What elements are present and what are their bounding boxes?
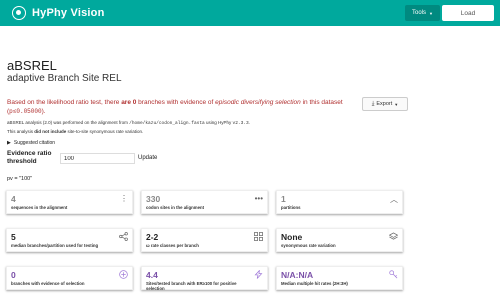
site-variation-note: This analysis did not include site-to-si… <box>7 129 143 134</box>
card-sequences: 4 sequences in the alignment ⋮ <box>6 190 133 214</box>
card-label: synonymous rate variation <box>281 243 336 248</box>
update-button[interactable]: Update <box>138 155 157 161</box>
card-label: Median multiple hit rates (2H:3H) <box>281 281 348 286</box>
tools-label: Tools <box>412 10 427 16</box>
analysis-note-end: . <box>248 120 250 125</box>
site-note-bold: did not include <box>34 129 67 134</box>
summary-text: Based on the likelihood ratio test, ther… <box>7 98 352 116</box>
summary-count: are 0 <box>121 99 137 106</box>
site-note-prefix: This analysis <box>7 129 35 134</box>
analysis-note-path: /home/kazu/codon_align.fasta <box>129 121 205 126</box>
suggested-citation-toggle[interactable]: ▶ Suggested citation <box>7 140 55 146</box>
more-horiz-icon: ••• <box>254 194 263 203</box>
page-title: aBSREL <box>7 58 57 73</box>
card-branches-selection: 0 branches with evidence of selection <box>6 266 133 290</box>
card-value: 5 <box>11 232 16 242</box>
card-codon-sites: 330 codon sites in the alignment ••• <box>141 190 268 214</box>
analysis-note-prefix: aBSREL analysis (2.0) was performed on t… <box>7 120 130 125</box>
export-label: Export <box>376 101 393 107</box>
summary-end: ). <box>41 108 46 115</box>
card-label: codon sites in the alignment <box>146 205 205 210</box>
triangle-right-icon: ▶ <box>7 140 11 146</box>
tools-dropdown-button[interactable]: Tools ▼ <box>405 5 440 21</box>
grid-icon <box>254 232 263 243</box>
pv-label: pv = "100" <box>7 176 33 182</box>
hyphy-logo-icon <box>12 6 26 20</box>
card-sites-per-branch: 4.4 Sites/tested branch with ER≥100 for … <box>141 266 268 291</box>
brand-name: HyPhy Vision <box>32 7 105 19</box>
summary-middle: branches with evidence of <box>136 99 216 106</box>
card-value: 330 <box>146 194 161 204</box>
layers-icon <box>388 232 399 243</box>
bolt-icon <box>254 269 263 281</box>
card-label: Sites/tested branch with ER≥100 for posi… <box>146 281 237 291</box>
card-label: branches with evidence of selection <box>11 281 85 286</box>
card-multiple-hit-rates: N/A:N/A Median multiple hit rates (2H:3H… <box>276 266 403 290</box>
summary-prefix: Based on the likelihood ratio test, ther… <box>7 99 122 106</box>
card-value: N/A:N/A <box>281 270 314 280</box>
navbar: HyPhy Vision Tools ▼ Load <box>0 0 500 26</box>
summary-italic: episodic diversifying selection <box>215 99 301 106</box>
share-icon <box>119 232 128 243</box>
download-icon: ⤓ <box>371 100 375 107</box>
caret-down-icon: ▼ <box>394 101 399 107</box>
export-button[interactable]: ⤓ Export ▼ <box>362 97 408 111</box>
analysis-note-middle: using HyPhy <box>204 120 233 125</box>
card-label: sequences in the alignment <box>11 205 68 210</box>
load-button[interactable]: Load <box>442 5 494 21</box>
card-rate-classes: 2-2 ω rate classes per branch <box>141 228 268 252</box>
card-value: None <box>281 232 303 242</box>
card-value: 2-2 <box>146 232 159 242</box>
card-value: 1 <box>281 194 286 204</box>
citation-label: Suggested citation <box>13 140 55 146</box>
card-median-branches: 5 median branches/partition used for tes… <box>6 228 133 252</box>
summary-pvalue: p≤0.05000 <box>9 108 42 115</box>
card-value: 4.4 <box>146 270 158 280</box>
chevron-up-icon: ︿ <box>390 195 398 204</box>
page-subtitle: adaptive Branch Site REL <box>7 73 122 84</box>
card-partitions: 1 partitions ︿ <box>276 190 403 214</box>
evidence-ratio-input[interactable] <box>60 153 135 164</box>
site-note-suffix: site-to-site synonymous rate variation. <box>66 129 144 134</box>
card-value: 4 <box>11 194 16 204</box>
analysis-note-version: v2.3.3 <box>232 121 249 126</box>
analysis-note: aBSREL analysis (2.0) was performed on t… <box>7 120 250 126</box>
card-value: 0 <box>11 270 16 280</box>
more-vert-icon: ⋮ <box>120 194 128 203</box>
card-synonymous-variation: None synonymous rate variation <box>276 228 403 252</box>
brand[interactable]: HyPhy Vision <box>12 4 105 22</box>
card-label: partitions <box>281 205 301 210</box>
key-icon <box>389 270 398 281</box>
caret-down-icon: ▼ <box>429 10 433 16</box>
evidence-ratio-label: Evidence ratio threshold <box>7 150 52 165</box>
plus-circle-icon <box>119 270 128 281</box>
card-label: median branches/partition used for testi… <box>11 243 99 248</box>
card-label: ω rate classes per branch <box>146 243 199 248</box>
